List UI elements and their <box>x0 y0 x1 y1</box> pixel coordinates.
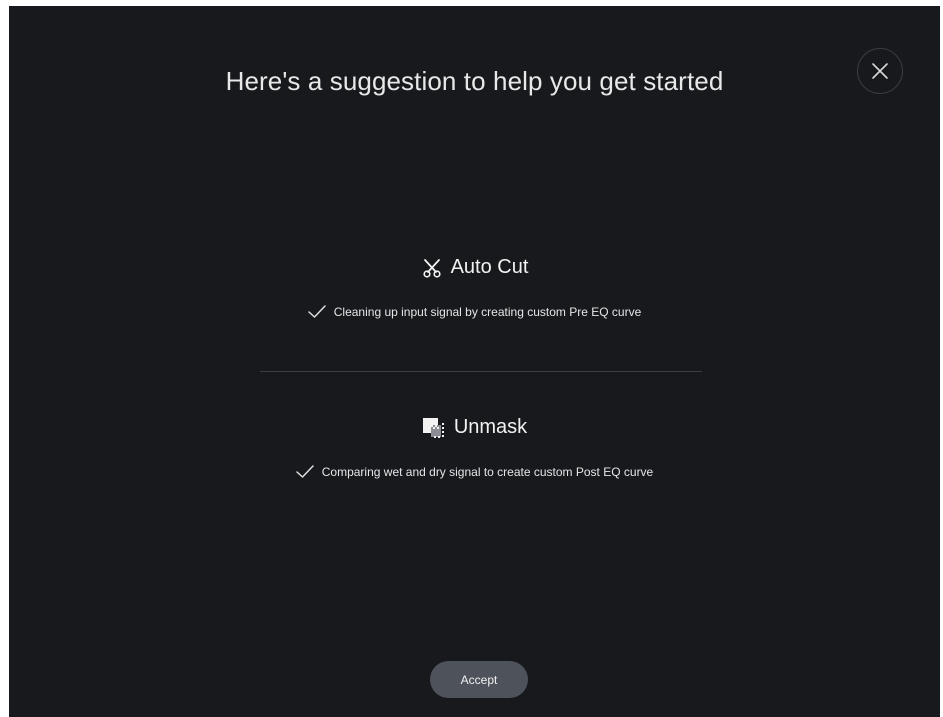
scissors-icon <box>421 257 443 279</box>
unmask-icon <box>422 417 446 439</box>
auto-cut-detail: Cleaning up input signal by creating cus… <box>333 305 642 319</box>
auto-cut-heading: Auto Cut <box>9 256 940 279</box>
dialog-title: Here's a suggestion to help you get star… <box>225 66 724 96</box>
screenshot-frame: Here's a suggestion to help you get star… <box>0 0 943 717</box>
auto-cut-detail-row: Cleaning up input signal by creating cus… <box>9 305 940 319</box>
suggestion-auto-cut: Auto Cut Cleaning up input signal by cre… <box>9 256 940 319</box>
section-divider <box>260 371 702 372</box>
left-margin <box>0 6 9 717</box>
unmask-detail-row: Comparing wet and dry signal to create c… <box>9 465 940 479</box>
accept-button[interactable]: Accept <box>430 661 528 698</box>
suggestion-unmask: Unmask Comparing wet and dry signal to c… <box>9 416 940 479</box>
unmask-heading: Unmask <box>9 416 940 439</box>
suggestion-dialog: Here's a suggestion to help you get star… <box>9 6 940 717</box>
unmask-title: Unmask <box>453 416 528 438</box>
check-icon <box>296 465 314 479</box>
close-icon <box>871 62 889 80</box>
unmask-detail: Comparing wet and dry signal to create c… <box>321 465 654 479</box>
auto-cut-title: Auto Cut <box>450 256 529 278</box>
close-button[interactable] <box>857 48 903 94</box>
check-icon <box>308 305 326 319</box>
